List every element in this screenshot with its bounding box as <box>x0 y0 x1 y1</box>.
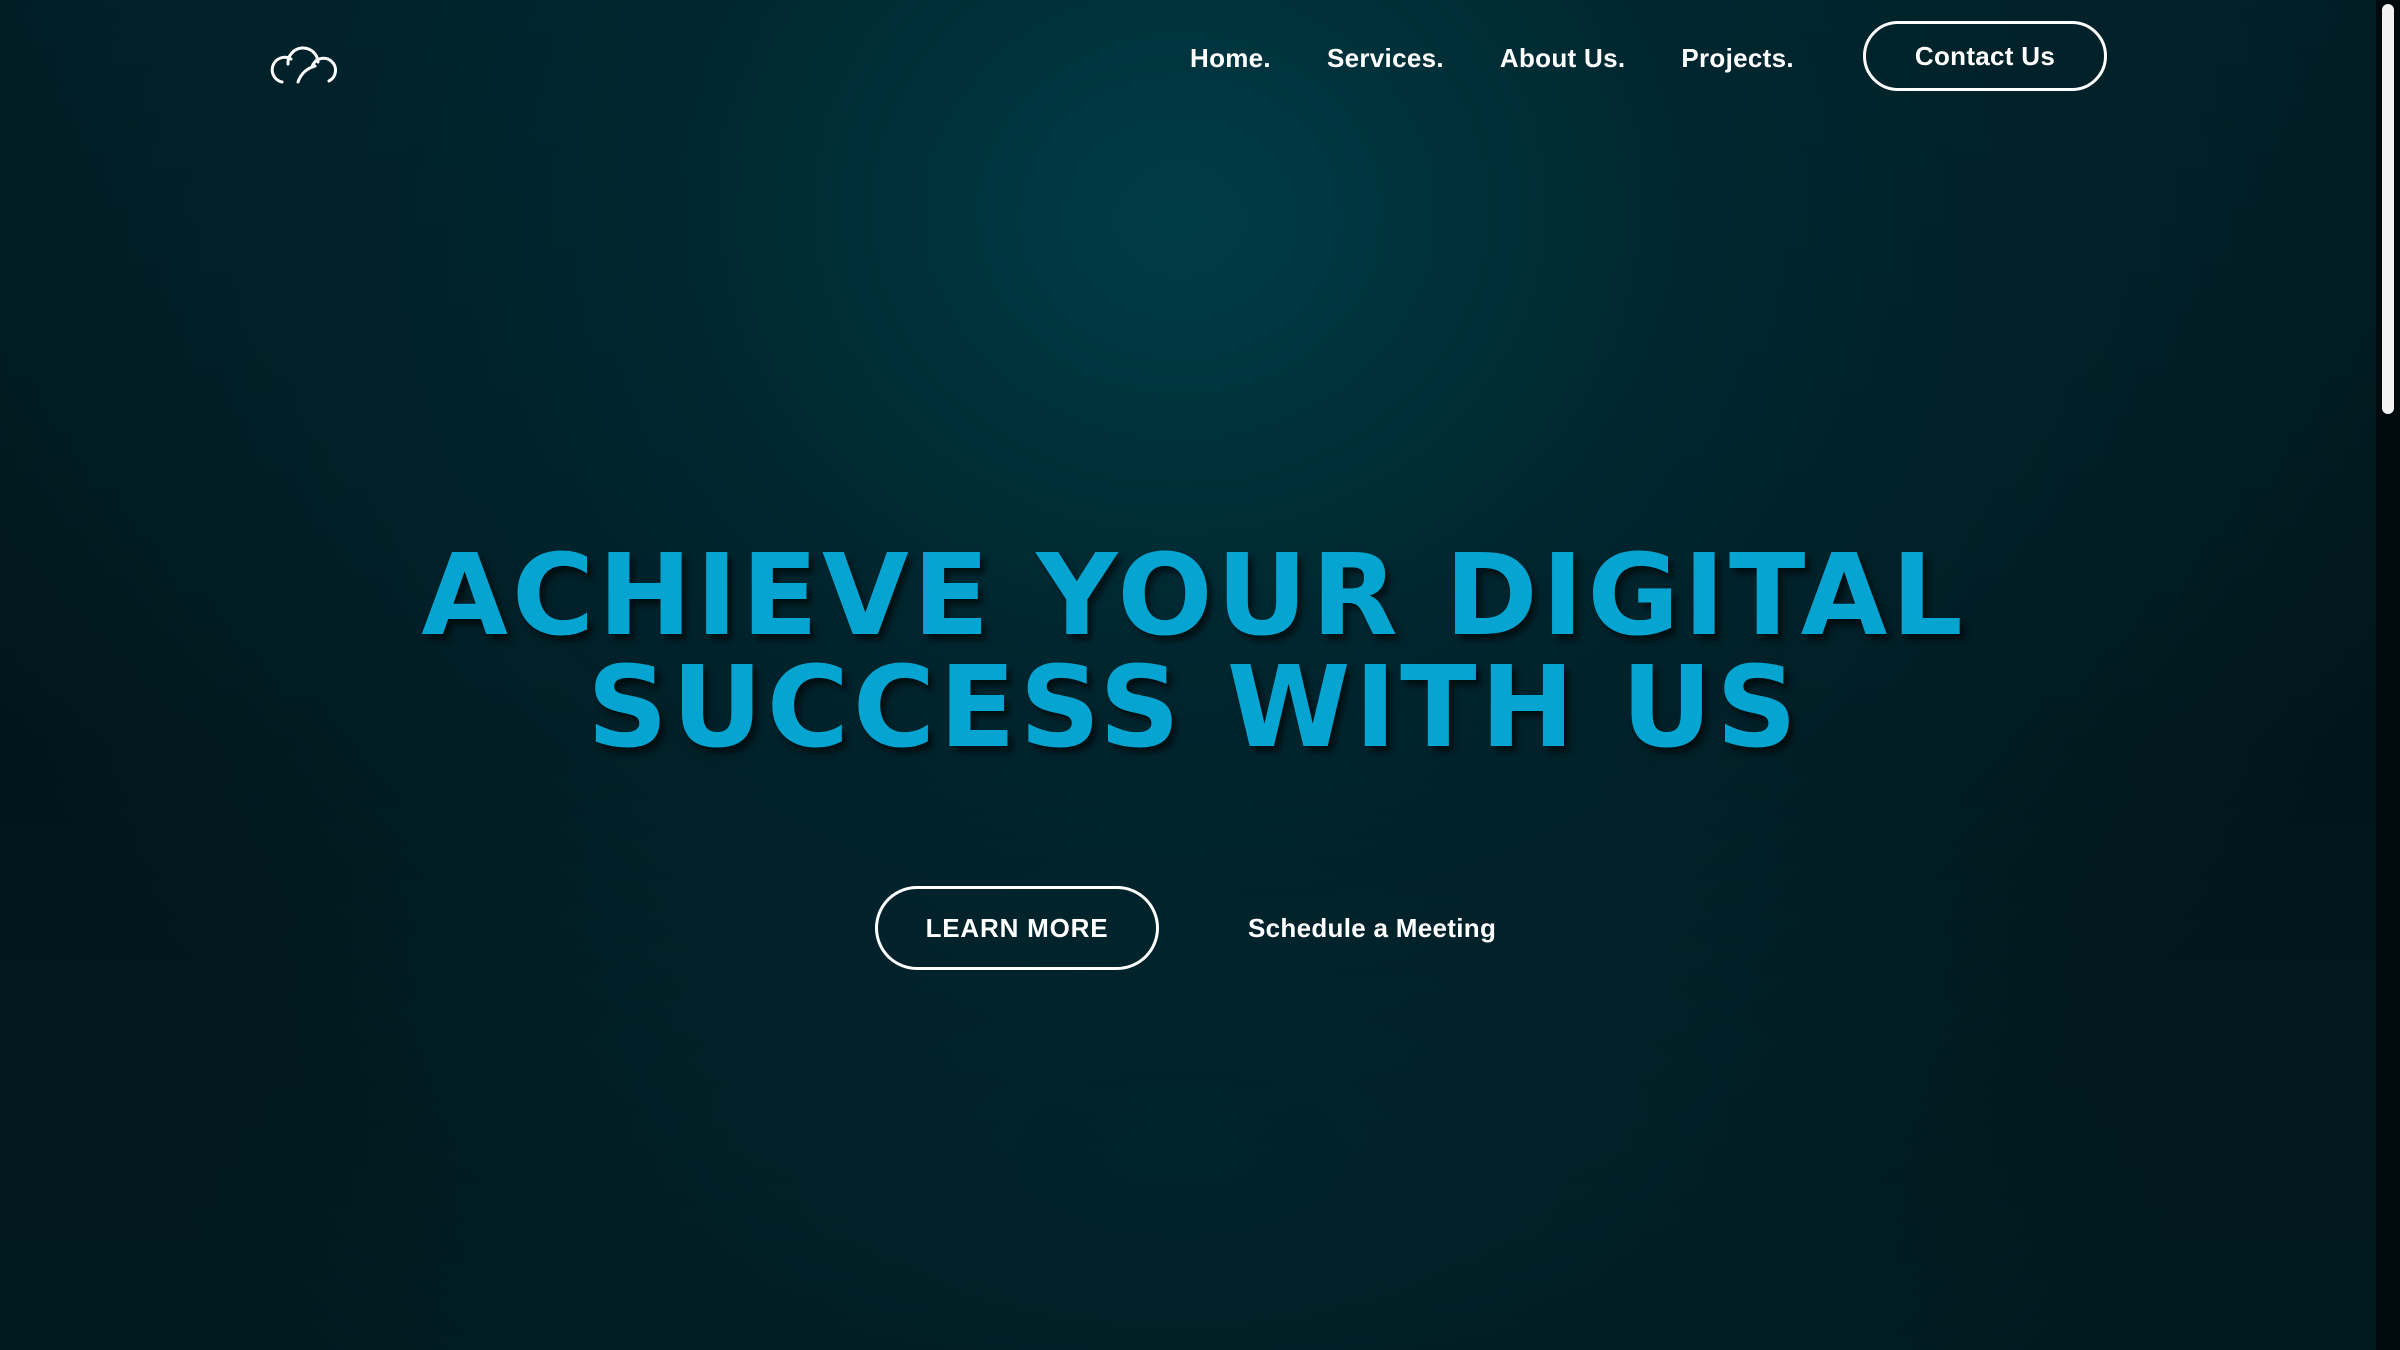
cloud-icon <box>270 46 338 84</box>
hero-title: ACHIEVE YOUR DIGITAL SUCCESS WITH US <box>0 540 2388 764</box>
hero-title-line-1: ACHIEVE YOUR DIGITAL <box>421 531 1967 661</box>
schedule-meeting-link[interactable]: Schedule a Meeting <box>1248 886 1496 970</box>
scrollbar-thumb[interactable] <box>2382 4 2394 414</box>
hero-title-line-2: SUCCESS WITH US <box>587 643 1801 773</box>
main-nav: Home. Services. About Us. Projects. <box>1190 21 1850 95</box>
scrollbar-track[interactable] <box>2376 0 2400 1350</box>
learn-more-button[interactable]: LEARN MORE <box>875 886 1159 970</box>
contact-us-button[interactable]: Contact Us <box>1863 21 2107 91</box>
nav-about-us[interactable]: About Us. <box>1500 43 1625 74</box>
nav-services[interactable]: Services. <box>1327 43 1444 74</box>
nav-home[interactable]: Home. <box>1190 43 1271 74</box>
nav-projects[interactable]: Projects. <box>1681 43 1794 74</box>
logo[interactable] <box>268 30 340 88</box>
